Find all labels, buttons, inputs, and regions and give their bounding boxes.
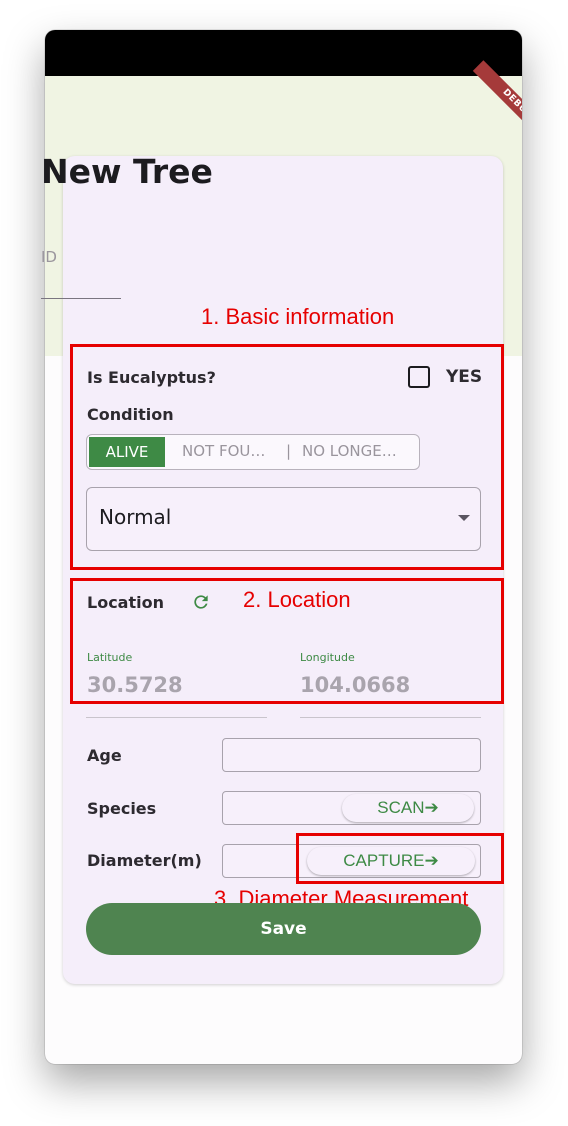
longitude-underline <box>300 717 481 718</box>
annotation-location: 2. Location <box>243 587 351 612</box>
latitude-underline <box>86 717 267 718</box>
health-dropdown-value: Normal <box>99 505 172 529</box>
condition-label: Condition <box>87 405 174 424</box>
condition-option-alive[interactable]: ALIVE <box>89 437 165 467</box>
latitude-value: 30.5728 <box>87 673 183 697</box>
eucalyptus-checkbox[interactable] <box>408 366 430 388</box>
species-label: Species <box>87 799 157 818</box>
annotation-basic-information: 1. Basic information <box>201 304 395 329</box>
id-label: ID <box>41 248 57 266</box>
condition-option-no-longer[interactable]: NO LONGE… <box>302 435 397 468</box>
diameter-label: Diameter(m) <box>87 851 202 870</box>
scan-button[interactable]: SCAN➔ <box>342 794 474 822</box>
latitude-label: Latitude <box>87 651 133 664</box>
condition-option-not-found[interactable]: NOT FOU… <box>182 435 265 468</box>
id-input[interactable] <box>41 298 121 299</box>
status-bar <box>45 30 522 76</box>
longitude-value: 104.0668 <box>300 673 411 697</box>
is-eucalyptus-label: Is Eucalyptus? <box>87 368 216 387</box>
save-button[interactable]: Save <box>86 903 481 955</box>
longitude-label: Longitude <box>300 651 355 664</box>
chevron-down-icon <box>458 515 470 521</box>
annotation-box-diameter <box>296 833 504 884</box>
location-label: Location <box>87 593 164 612</box>
age-input[interactable] <box>222 738 481 772</box>
page-title: New Tree <box>41 152 213 191</box>
yes-label: YES <box>446 367 483 387</box>
segment-divider: | <box>286 442 292 460</box>
condition-segmented-control: ALIVE NOT FOU… | NO LONGE… <box>86 434 420 470</box>
refresh-icon[interactable] <box>191 592 211 612</box>
age-label: Age <box>87 746 122 765</box>
